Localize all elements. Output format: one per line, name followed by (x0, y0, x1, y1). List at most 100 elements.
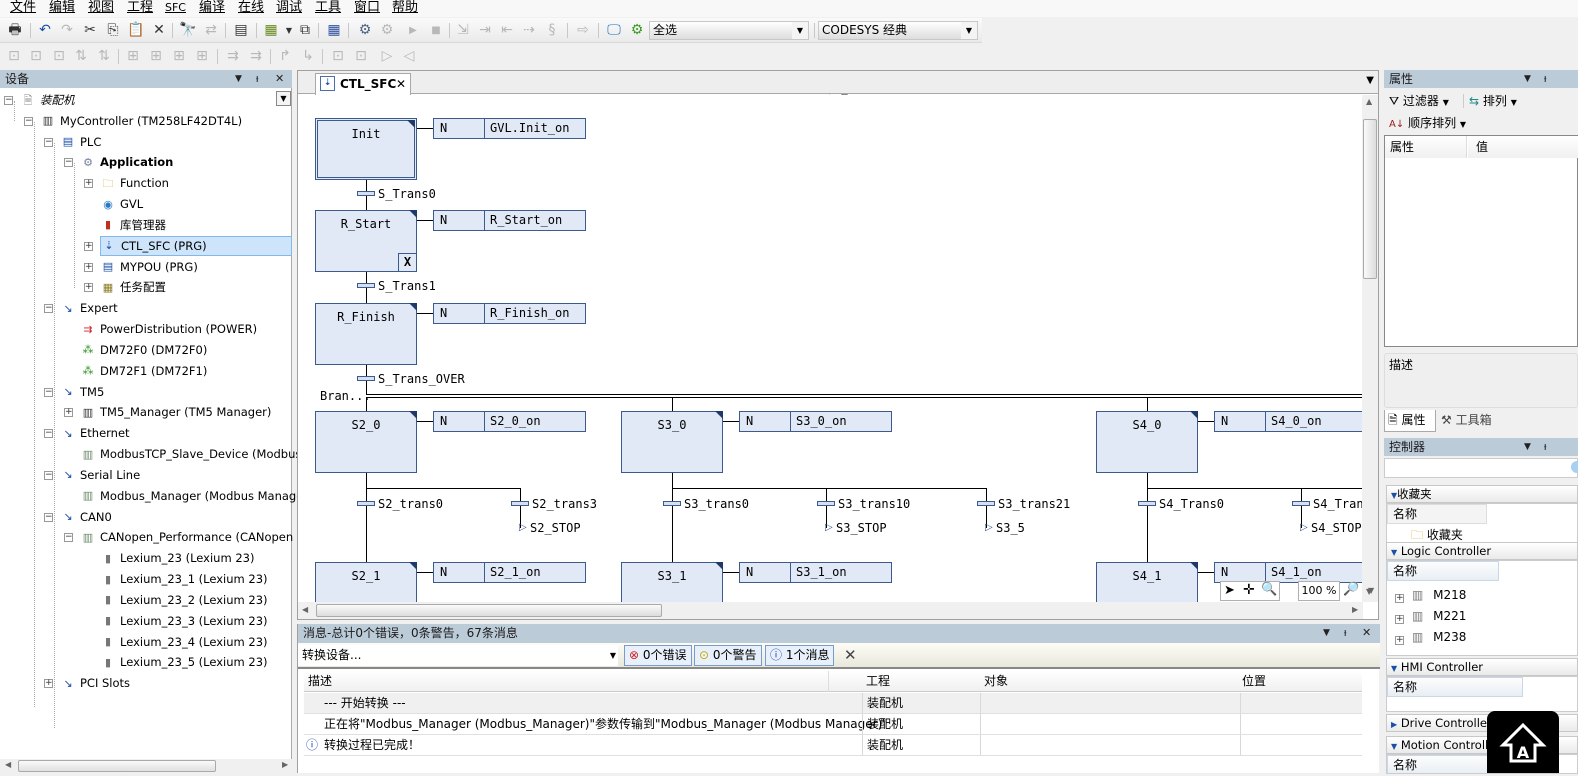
errors-filter-button[interactable]: ⊗ 0个错误 (624, 645, 692, 666)
controller-item[interactable]: + ▥ M221 (1387, 606, 1466, 626)
sfc-transition[interactable] (357, 191, 375, 196)
pin-icon[interactable]: ᵼ (1544, 70, 1546, 88)
sfc-step-init[interactable]: Init (315, 118, 417, 180)
filter-button[interactable]: ⛛ 过滤器 ▼ (1389, 92, 1449, 109)
export-icon[interactable]: ⧉ (296, 22, 314, 39)
sfc-step-r_finish[interactable]: R_Finish (315, 303, 417, 365)
tree-item[interactable]: ▮ Lexium_23 (Lexium 23) (100, 548, 254, 568)
insert-action-after-icon[interactable]: ↳ (299, 48, 317, 65)
action-block-s4_0[interactable]: N S4_0_on (1214, 411, 1363, 432)
scroll-right-icon[interactable]: ▶ (1352, 605, 1358, 614)
cut-icon[interactable]: ✂ (81, 22, 99, 39)
insert-branch-right-icon[interactable]: ⊞ (147, 48, 165, 65)
col-header-position[interactable]: 位置 (1242, 671, 1266, 692)
pin-icon[interactable]: ᵼ (1344, 624, 1346, 642)
menu-sfc[interactable]: SFC (165, 0, 186, 16)
message-source-select[interactable]: 转换设备... ▼ (298, 645, 618, 666)
login-icon[interactable]: ⚙ (356, 22, 374, 39)
expand-icon[interactable]: − (64, 158, 73, 168)
tree-item[interactable]: ▥ Modbus_Manager (Modbus Manager) (80, 486, 313, 506)
expand-icon[interactable]: − (4, 96, 13, 105)
insert-exit-action-icon[interactable]: ⊡ (352, 48, 370, 65)
replace-icon[interactable]: ⇄ (202, 22, 220, 39)
tree-item[interactable]: ▤ MYPOU (PRG) (100, 257, 198, 277)
col-header-name[interactable]: 名称 (1387, 677, 1523, 697)
expand-icon[interactable]: + (64, 408, 73, 418)
col-header-project[interactable]: 工程 (866, 671, 890, 692)
tree-item[interactable]: ▥ TM5_Manager (TM5 Manager) (80, 402, 272, 422)
expand-icon[interactable]: + (1395, 594, 1404, 603)
editor-hscrollbar[interactable]: ◀ ▶ (298, 602, 1363, 619)
action-block-s3_0[interactable]: N S3_0_on (739, 411, 892, 432)
insert-entry-action-icon[interactable]: ⊡ (329, 48, 347, 65)
sfc-step-s2_1[interactable]: S2_1 (315, 562, 417, 602)
sfc-transition[interactable] (663, 501, 681, 506)
tree-item[interactable]: ⇉ PowerDistribution (POWER) (80, 319, 257, 339)
paste-icon[interactable]: 📋 (127, 22, 145, 39)
step-over-icon[interactable]: ⇲ (454, 22, 472, 39)
expand-icon[interactable]: + (84, 283, 93, 293)
insert-jump-icon[interactable]: ⇉ (224, 48, 242, 65)
chevron-down-icon[interactable]: ▼ (1524, 438, 1531, 456)
section-favorites[interactable]: ▼收藏夹 (1386, 485, 1578, 503)
expand-icon[interactable]: + (84, 241, 93, 251)
profile-combo[interactable]: CODESYS 经典 ▼ (818, 21, 978, 40)
insert-trans-after-icon[interactable]: ⇅ (95, 48, 113, 65)
expand-icon[interactable]: − (64, 533, 73, 543)
tree-item[interactable]: ▥ CANopen_Performance (CANopen Perfo (80, 527, 326, 547)
set-next-statement-icon[interactable]: § (543, 22, 561, 39)
run-icon[interactable]: ▶ (404, 22, 422, 39)
pin-icon[interactable]: ᵼ (256, 70, 258, 88)
menu-view[interactable]: 视图 (88, 0, 114, 16)
chevron-down-icon[interactable]: ▼ (235, 70, 242, 88)
sfc-transition[interactable] (1292, 501, 1310, 506)
expand-icon[interactable]: − (44, 387, 53, 397)
col-header-description[interactable]: 描述 (308, 671, 332, 692)
menu-debug[interactable]: 调试 (276, 0, 302, 16)
order-button[interactable]: A↓ 顺序排列 ▼ (1389, 114, 1466, 131)
sfc-transition[interactable] (357, 283, 375, 288)
expand-icon[interactable]: − (44, 512, 53, 522)
sfc-step-s2_0[interactable]: S2_0 (315, 411, 417, 473)
jump-target-label[interactable]: S2_STOP (530, 521, 581, 535)
controllers-search-input[interactable] (1384, 458, 1578, 478)
menu-window[interactable]: 窗口 (354, 0, 380, 16)
tree-item[interactable]: ↘ CAN0 (60, 507, 111, 527)
insert-parallel-icon[interactable]: ⊞ (170, 48, 188, 65)
section-hmi-controller[interactable]: ▼ HMI Controller (1386, 658, 1578, 676)
action-block-s4_1[interactable]: N S4_1_on (1214, 562, 1363, 583)
undo-icon[interactable]: ↶ (36, 22, 54, 39)
action-block-s3_1[interactable]: N S3_1_on (739, 562, 892, 583)
stop-icon[interactable]: ■ (427, 22, 445, 39)
add-object-icon[interactable]: ▦ (262, 22, 280, 39)
tab-properties[interactable]: 🗎 属性 (1384, 410, 1436, 432)
tree-item[interactable]: ▮ 库管理器 (100, 215, 166, 235)
warnings-filter-button[interactable]: ⊙ 0个警告 (694, 645, 762, 666)
scroll-left-icon[interactable]: ◀ (302, 605, 308, 614)
action-block-s2_0[interactable]: N S2_0_on (433, 411, 586, 432)
chevron-down-icon[interactable]: ▼ (1366, 75, 1374, 86)
menu-tools[interactable]: 工具 (315, 0, 341, 16)
insert-step-after-icon[interactable]: ⊡ (27, 48, 45, 65)
sfc-transition[interactable] (817, 501, 835, 506)
tree-item[interactable]: ▮ Lexium_23_1 (Lexium 23) (100, 569, 268, 589)
sfc-step-s3_0[interactable]: S3_0 (621, 411, 723, 473)
insert-action-icon[interactable]: ↱ (276, 48, 294, 65)
chevron-down-icon[interactable]: ▼ (610, 645, 616, 666)
run-to-cursor-icon[interactable]: ⇢ (520, 22, 538, 39)
editor-vscrollbar[interactable]: ▲ ▼ (1362, 95, 1378, 602)
pin-icon[interactable]: ᵼ (1544, 438, 1546, 456)
device-online-icon[interactable]: ⚙ (628, 22, 646, 39)
col-header-name[interactable]: 名称 (1387, 504, 1487, 524)
tree-item[interactable]: ▮ Lexium_23_5 (Lexium 23) (100, 652, 268, 672)
scroll-left-icon[interactable]: ◀ (5, 760, 11, 769)
zoom-fit-icon[interactable]: 🔎 (1343, 582, 1359, 597)
message-row[interactable]: 正在将"Modbus_Manager (Modbus_Manager)"参数传输… (304, 714, 1362, 735)
expand-icon[interactable]: + (1395, 615, 1404, 624)
expand-icon[interactable]: + (44, 679, 53, 689)
menu-edit[interactable]: 编辑 (49, 0, 75, 16)
chevron-down-icon[interactable]: ▼ (1524, 70, 1531, 88)
col-header-name[interactable]: 名称 (1387, 561, 1499, 581)
scroll-thumb[interactable] (18, 760, 216, 772)
triangle-left-icon[interactable]: ◁ (400, 48, 418, 65)
